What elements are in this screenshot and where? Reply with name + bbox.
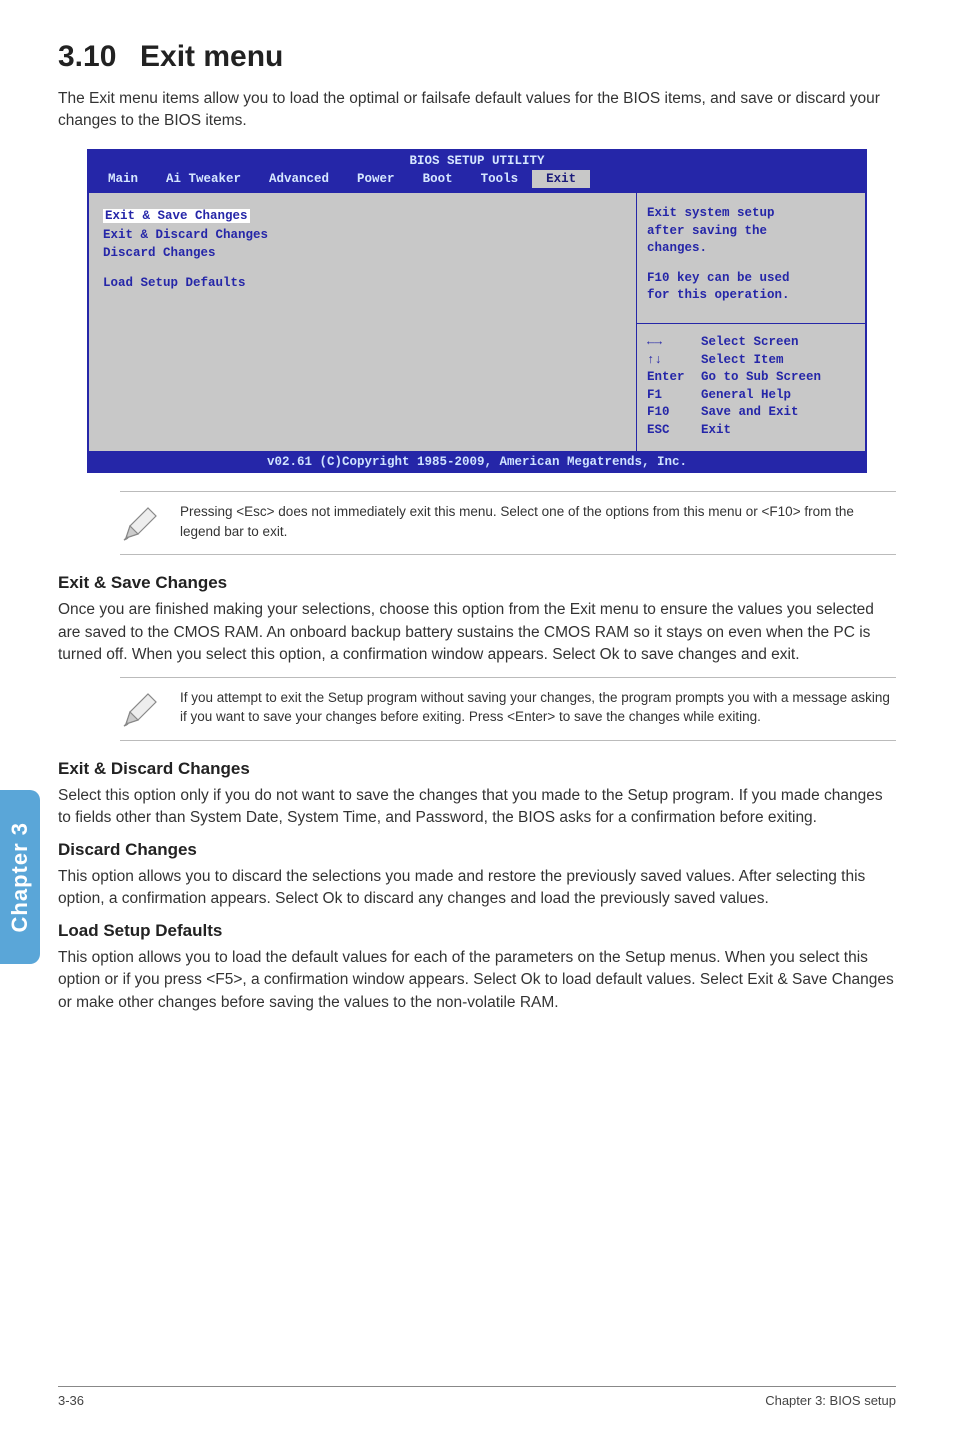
subhead-defaults: Load Setup Defaults — [58, 921, 896, 941]
note-block: If you attempt to exit the Setup program… — [120, 677, 896, 741]
footer-chapter: Chapter 3: BIOS setup — [765, 1393, 896, 1408]
bios-item-defaults[interactable]: Load Setup Defaults — [103, 274, 622, 292]
help-line: for this operation. — [647, 287, 855, 305]
legend-val: Select Item — [701, 352, 784, 370]
page-number: 3-36 — [58, 1393, 84, 1408]
chapter-side-label: Chapter 3 — [7, 822, 33, 932]
section-number: 3.10 — [58, 40, 140, 74]
bios-left-pane: Exit & Save Changes Exit & Discard Chang… — [88, 192, 636, 452]
legend-key: ESC — [647, 422, 701, 440]
subhead-save: Exit & Save Changes — [58, 573, 896, 593]
bios-item-discard[interactable]: Discard Changes — [103, 244, 622, 262]
bios-tab-exit[interactable]: Exit — [532, 170, 590, 188]
legend-key: F10 — [647, 404, 701, 422]
bios-menubar: Main Ai Tweaker Advanced Power Boot Tool… — [88, 168, 866, 192]
bios-tab-tools[interactable]: Tools — [467, 170, 533, 188]
note-text: Pressing <Esc> does not immediately exit… — [180, 502, 896, 541]
subhead-discard-exit: Exit & Discard Changes — [58, 759, 896, 779]
legend-key: ←→ — [647, 334, 701, 352]
bios-screenshot: BIOS SETUP UTILITY Main Ai Tweaker Advan… — [87, 149, 867, 473]
bios-tab-boot[interactable]: Boot — [409, 170, 467, 188]
para-discard: This option allows you to discard the se… — [58, 866, 896, 911]
legend-key: ↑↓ — [647, 352, 701, 370]
bios-body: Exit & Save Changes Exit & Discard Chang… — [88, 192, 866, 452]
legend-val: Exit — [701, 422, 731, 440]
para-discard-exit: Select this option only if you do not wa… — [58, 785, 896, 830]
pencil-icon — [120, 690, 160, 730]
help-line: F10 key can be used — [647, 270, 855, 288]
note-text: If you attempt to exit the Setup program… — [180, 688, 896, 727]
section-title: Exit menu — [140, 40, 283, 73]
legend-val: Select Screen — [701, 334, 799, 352]
bios-title: BIOS SETUP UTILITY — [88, 150, 866, 168]
para-save: Once you are finished making your select… — [58, 599, 896, 666]
bios-tab-main[interactable]: Main — [94, 170, 152, 188]
pencil-icon — [120, 504, 160, 544]
bios-footer: v02.61 (C)Copyright 1985-2009, American … — [88, 452, 866, 472]
legend-val: General Help — [701, 387, 791, 405]
para-defaults: This option allows you to load the defau… — [58, 947, 896, 1014]
spacer — [647, 258, 855, 270]
page-footer: 3-36 Chapter 3: BIOS setup — [58, 1386, 896, 1408]
subhead-discard: Discard Changes — [58, 840, 896, 860]
bios-tab-power[interactable]: Power — [343, 170, 409, 188]
bios-item-discard-exit[interactable]: Exit & Discard Changes — [103, 226, 622, 244]
chapter-side-tab: Chapter 3 — [0, 790, 40, 964]
intro-paragraph: The Exit menu items allow you to load th… — [58, 88, 896, 131]
bios-item-save[interactable]: Exit & Save Changes — [103, 207, 622, 225]
spacer — [103, 262, 622, 274]
bios-tab-aitweaker[interactable]: Ai Tweaker — [152, 170, 255, 188]
bios-legend: ←→Select Screen ↑↓Select Item EnterGo to… — [637, 323, 865, 451]
legend-key: F1 — [647, 387, 701, 405]
legend-key: Enter — [647, 369, 701, 387]
bios-right-pane: Exit system setup after saving the chang… — [636, 192, 866, 452]
bios-help-text: Exit system setup after saving the chang… — [637, 193, 865, 323]
help-line: Exit system setup — [647, 205, 855, 223]
note-block: Pressing <Esc> does not immediately exit… — [120, 491, 896, 555]
bios-tab-advanced[interactable]: Advanced — [255, 170, 343, 188]
legend-val: Save and Exit — [701, 404, 799, 422]
help-line: changes. — [647, 240, 855, 258]
section-heading: 3.10Exit menu — [58, 40, 896, 74]
help-line: after saving the — [647, 223, 855, 241]
legend-val: Go to Sub Screen — [701, 369, 821, 387]
